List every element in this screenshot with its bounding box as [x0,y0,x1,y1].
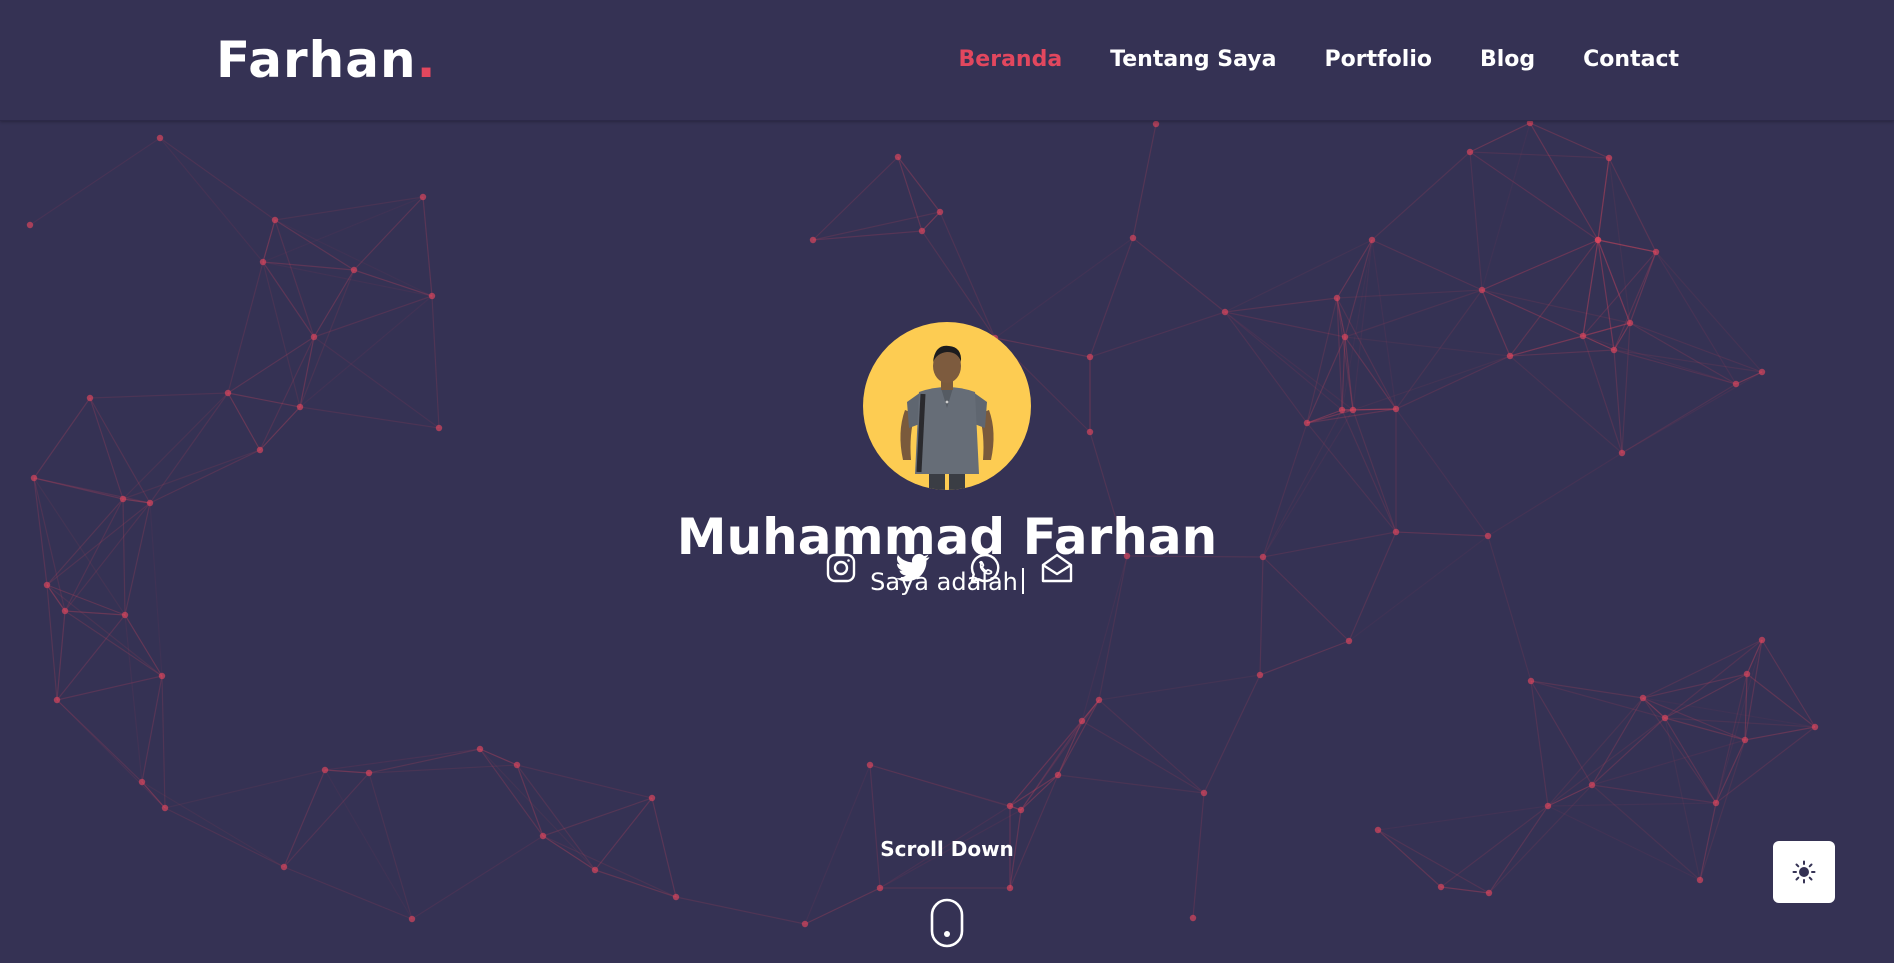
instagram-icon[interactable] [823,550,859,586]
nav-link-beranda[interactable]: Beranda [959,42,1063,78]
whatsapp-icon[interactable] [967,550,1003,586]
sun-icon [1792,860,1816,884]
nav-link-portfolio[interactable]: Portfolio [1324,42,1432,78]
mouse-scroll-icon[interactable] [930,898,964,948]
site-logo[interactable]: Farhan. [216,28,437,92]
main-nav: Beranda Tentang Saya Portfolio Blog Cont… [959,42,1679,78]
twitter-icon[interactable] [895,550,931,586]
nav-link-contact[interactable]: Contact [1583,42,1679,78]
theme-toggle-button[interactable] [1773,841,1835,903]
site-header: Farhan. Beranda Tentang Saya Portfolio B… [0,0,1894,121]
nav-link-tentang-saya[interactable]: Tentang Saya [1110,42,1276,78]
mail-icon[interactable] [1039,550,1075,586]
profile-photo [863,322,1031,490]
nav-link-blog[interactable]: Blog [1480,42,1535,78]
social-links [823,550,1075,586]
scroll-down-label[interactable]: Scroll Down [0,835,1894,863]
